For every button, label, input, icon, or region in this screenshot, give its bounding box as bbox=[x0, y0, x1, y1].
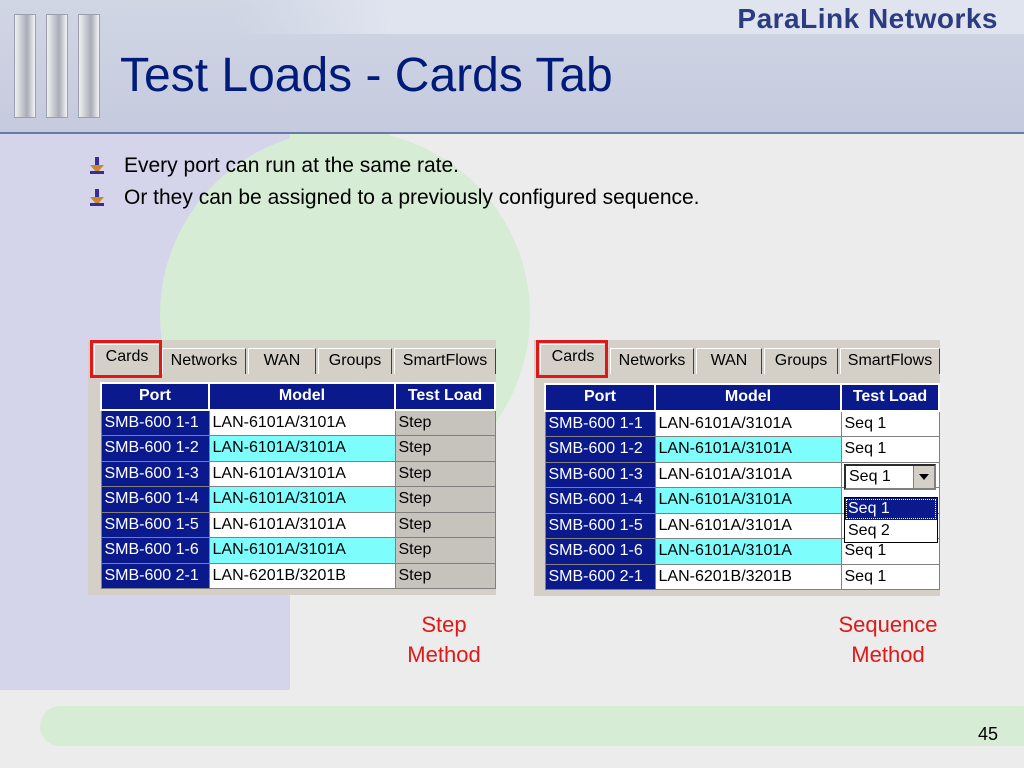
bullet-text: Or they can be assigned to a previously … bbox=[124, 186, 700, 209]
tab-smartflows[interactable]: SmartFlows bbox=[394, 348, 496, 374]
bullet-text: Every port can run at the same rate. bbox=[124, 154, 459, 177]
model-cell: LAN-6101A/3101A bbox=[654, 436, 842, 463]
port-cell: SMB-600 1-5 bbox=[100, 511, 210, 538]
table-row[interactable]: SMB-600 1-6 LAN-6101A/3101A Step bbox=[100, 537, 496, 564]
tab-groups[interactable]: Groups bbox=[318, 348, 392, 374]
bullet-item: Every port can run at the same rate. bbox=[88, 150, 700, 182]
table-row[interactable]: SMB-600 1-1 LAN-6101A/3101A Seq 1 bbox=[544, 410, 940, 437]
table-row[interactable]: SMB-600 1-2 LAN-6101A/3101A Step bbox=[100, 435, 496, 462]
table-header-row: Port Model Test Load bbox=[100, 382, 496, 411]
test-load-cell[interactable]: Seq 1 bbox=[840, 410, 940, 437]
sequence-method-caption: Sequence Method bbox=[818, 610, 958, 670]
sequence-method-window: Cards Networks WAN Groups SmartFlows Por… bbox=[534, 340, 940, 596]
tab-networks[interactable]: Networks bbox=[610, 348, 694, 374]
tab-wan[interactable]: WAN bbox=[248, 348, 316, 374]
test-load-cell[interactable]: Step bbox=[394, 409, 496, 436]
step-load-table: Port Model Test Load SMB-600 1-1 LAN-6101… bbox=[100, 382, 496, 589]
dropdown-option[interactable]: Seq 2 bbox=[845, 520, 937, 542]
bullet-list: Every port can run at the same rate. Or … bbox=[88, 150, 700, 214]
test-load-cell[interactable]: Step bbox=[394, 486, 496, 513]
port-cell: SMB-600 2-1 bbox=[544, 563, 656, 590]
port-cell: SMB-600 1-2 bbox=[100, 435, 210, 462]
test-load-cell[interactable]: Step bbox=[394, 435, 496, 462]
test-load-cell[interactable]: Seq 1 bbox=[840, 563, 940, 590]
table-header-row: Port Model Test Load bbox=[544, 383, 940, 412]
model-cell: LAN-6101A/3101A bbox=[654, 538, 842, 565]
test-load-cell[interactable]: Seq 1 bbox=[840, 436, 940, 463]
column-header-port[interactable]: Port bbox=[544, 383, 656, 412]
tab-wan[interactable]: WAN bbox=[696, 348, 762, 374]
test-load-select[interactable]: Seq 1 bbox=[844, 464, 936, 490]
port-cell: SMB-600 1-4 bbox=[544, 487, 656, 514]
bullet-item: Or they can be assigned to a previously … bbox=[88, 182, 700, 214]
model-cell: LAN-6101A/3101A bbox=[208, 537, 396, 564]
port-cell: SMB-600 1-5 bbox=[544, 512, 656, 539]
column-header-port[interactable]: Port bbox=[100, 382, 210, 411]
tab-networks[interactable]: Networks bbox=[162, 348, 246, 374]
model-cell: LAN-6101A/3101A bbox=[654, 461, 842, 488]
column-header-test-load[interactable]: Test Load bbox=[840, 383, 940, 412]
port-cell: SMB-600 1-6 bbox=[100, 537, 210, 564]
model-cell: LAN-6101A/3101A bbox=[208, 511, 396, 538]
model-cell: LAN-6201B/3201B bbox=[208, 562, 396, 589]
brand-name: ParaLink Networks bbox=[737, 3, 998, 34]
port-cell: SMB-600 1-1 bbox=[544, 410, 656, 437]
test-load-cell[interactable]: Step bbox=[394, 511, 496, 538]
tab-groups[interactable]: Groups bbox=[764, 348, 838, 374]
caption-line: Sequence bbox=[838, 612, 938, 637]
model-cell: LAN-6101A/3101A bbox=[208, 409, 396, 436]
cards-tab-highlight bbox=[90, 340, 162, 378]
table-row[interactable]: SMB-600 1-2 LAN-6101A/3101A Seq 1 bbox=[544, 436, 940, 463]
table-row[interactable]: SMB-600 2-1 LAN-6201B/3201B Step bbox=[100, 562, 496, 589]
column-header-model[interactable]: Model bbox=[654, 383, 842, 412]
model-cell: LAN-6101A/3101A bbox=[208, 486, 396, 513]
bullet-icon bbox=[88, 189, 106, 207]
step-method-caption: Step Method bbox=[384, 610, 504, 670]
page-number: 45 bbox=[977, 724, 998, 744]
table-row[interactable]: SMB-600 1-1 LAN-6101A/3101A Step bbox=[100, 409, 496, 436]
port-cell: SMB-600 2-1 bbox=[100, 562, 210, 589]
dropdown-arrow-button[interactable] bbox=[913, 466, 934, 488]
column-header-test-load[interactable]: Test Load bbox=[394, 382, 496, 411]
test-load-cell[interactable]: Step bbox=[394, 562, 496, 589]
table-row[interactable]: SMB-600 1-4 LAN-6101A/3101A Step bbox=[100, 486, 496, 513]
port-cell: SMB-600 1-3 bbox=[100, 460, 210, 487]
test-load-cell[interactable]: Step bbox=[394, 460, 496, 487]
table-row[interactable]: SMB-600 1-3 LAN-6101A/3101A Step bbox=[100, 460, 496, 487]
caption-line: Method bbox=[851, 642, 925, 667]
table-row[interactable]: SMB-600 1-5 LAN-6101A/3101A Step bbox=[100, 511, 496, 538]
cards-tab-highlight bbox=[536, 340, 608, 378]
test-load-cell[interactable]: Step bbox=[394, 537, 496, 564]
step-method-window: Cards Networks WAN Groups SmartFlows Por… bbox=[88, 340, 496, 595]
model-cell: LAN-6201B/3201B bbox=[654, 563, 842, 590]
table-row[interactable]: SMB-600 2-1 LAN-6201B/3201B Seq 1 bbox=[544, 563, 940, 590]
model-cell: LAN-6101A/3101A bbox=[654, 410, 842, 437]
bullet-icon bbox=[88, 157, 106, 175]
background-bottom-bar bbox=[40, 706, 1024, 746]
model-cell: LAN-6101A/3101A bbox=[208, 435, 396, 462]
test-load-dropdown-list: Seq 1 Seq 2 bbox=[844, 497, 938, 543]
dropdown-option[interactable]: Seq 1 bbox=[845, 498, 937, 520]
slide-header: ParaLink Networks Test Loads - Cards Tab bbox=[0, 0, 1024, 134]
chevron-down-icon bbox=[919, 474, 929, 480]
column-header-model[interactable]: Model bbox=[208, 382, 396, 411]
port-cell: SMB-600 1-2 bbox=[544, 436, 656, 463]
model-cell: LAN-6101A/3101A bbox=[654, 512, 842, 539]
tab-smartflows[interactable]: SmartFlows bbox=[840, 348, 940, 374]
port-cell: SMB-600 1-4 bbox=[100, 486, 210, 513]
caption-line: Step bbox=[421, 612, 467, 637]
port-cell: SMB-600 1-6 bbox=[544, 538, 656, 565]
model-cell: LAN-6101A/3101A bbox=[654, 487, 842, 514]
caption-line: Method bbox=[407, 642, 481, 667]
page-title: Test Loads - Cards Tab bbox=[120, 49, 613, 102]
logo-bars bbox=[14, 14, 104, 118]
port-cell: SMB-600 1-3 bbox=[544, 461, 656, 488]
model-cell: LAN-6101A/3101A bbox=[208, 460, 396, 487]
test-load-select-value: Seq 1 bbox=[849, 468, 891, 485]
port-cell: SMB-600 1-1 bbox=[100, 409, 210, 436]
